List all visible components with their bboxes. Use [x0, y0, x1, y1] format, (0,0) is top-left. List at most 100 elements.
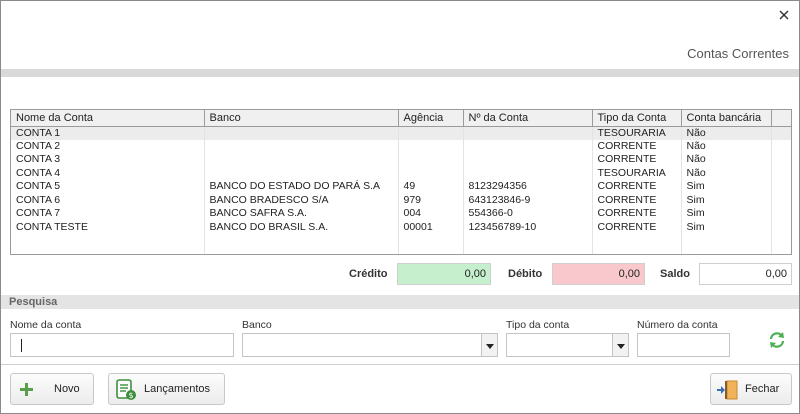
table-cell: Não — [681, 153, 772, 167]
table-cell-filler — [771, 207, 791, 221]
table-cell: CORRENTE — [592, 153, 682, 167]
table-cell: CONTA 5 — [11, 180, 205, 194]
table-cell — [463, 234, 593, 246]
accounts-table: Nome da Conta Banco Agência Nº da Conta … — [11, 110, 791, 254]
table-cell: CONTA TESTE — [11, 220, 205, 234]
table-cell-filler — [771, 180, 791, 194]
credito-value: 0,00 — [397, 263, 491, 285]
table-cell — [204, 153, 399, 167]
banco-label: Banco — [242, 319, 272, 331]
saldo-label: Saldo — [660, 268, 690, 280]
plus-icon — [20, 383, 33, 396]
footer-divider — [1, 364, 799, 365]
table-cell: Sim — [681, 180, 772, 194]
table-cell — [681, 246, 772, 254]
lancamentos-button[interactable]: $ Lançamentos — [108, 373, 225, 405]
table-row[interactable]: CONTA 3 CORRENTE Não — [11, 153, 791, 167]
table-cell — [204, 234, 399, 246]
novo-button[interactable]: Novo — [10, 373, 94, 405]
table-row[interactable]: CONTA 7 BANCO SAFRA S.A. 004 554366-0 CORREN… — [11, 207, 791, 221]
table-row[interactable]: CONTA 6 BANCO BRADESCO S/A 979 643123846-9 C… — [11, 193, 791, 207]
debito-label: Débito — [508, 268, 543, 280]
svg-text:$: $ — [128, 391, 133, 400]
credito-label: Crédito — [349, 268, 388, 280]
table-cell: CORRENTE — [592, 139, 682, 153]
column-header-agencia[interactable]: Agência — [398, 110, 464, 127]
table-cell: Não — [681, 126, 772, 140]
exit-door-icon — [717, 380, 738, 400]
table-cell: 979 — [398, 193, 464, 207]
table-cell: Não — [681, 139, 772, 153]
tipo-conta-select[interactable] — [506, 333, 629, 357]
table-cell-filler — [771, 220, 791, 234]
banco-select[interactable] — [242, 333, 498, 357]
table-cell: CONTA 4 — [11, 166, 205, 180]
table-cell — [592, 246, 682, 254]
table-cell — [398, 234, 464, 246]
chevron-down-icon[interactable] — [612, 334, 628, 356]
table-row[interactable]: CONTA 2 CORRENTE Não — [11, 139, 791, 153]
accounts-grid[interactable]: Nome da Conta Banco Agência Nº da Conta … — [10, 109, 792, 255]
table-cell — [398, 246, 464, 254]
column-header-tipo[interactable]: Tipo da Conta — [592, 110, 682, 127]
page-title: Contas Correntes — [687, 46, 789, 61]
column-header-numero[interactable]: Nº da Conta — [463, 110, 593, 127]
table-cell: 004 — [398, 207, 464, 221]
table-cell: 49 — [398, 180, 464, 194]
table-row[interactable]: CONTA 1 TESOURARIA Não — [11, 126, 791, 140]
table-cell: Não — [681, 166, 772, 180]
column-header-bancaria[interactable]: Conta bancária — [681, 110, 772, 127]
table-cell: CONTA 3 — [11, 153, 205, 167]
table-cell: CORRENTE — [592, 220, 682, 234]
table-cell — [398, 139, 464, 153]
table-header-row: Nome da Conta Banco Agência Nº da Conta … — [11, 110, 791, 127]
close-icon[interactable] — [776, 7, 792, 23]
lancamentos-button-label: Lançamentos — [144, 383, 211, 395]
table-cell: BANCO DO ESTADO DO PARÁ S.A — [204, 180, 399, 194]
table-row[interactable]: CONTA 4 TESOURARIA Não — [11, 166, 791, 180]
tipo-conta-label: Tipo da conta — [506, 319, 570, 331]
column-header-banco[interactable]: Banco — [204, 110, 399, 127]
table-row-empty — [11, 246, 791, 254]
table-cell — [398, 166, 464, 180]
table-cell-filler — [771, 139, 791, 153]
table-cell: CONTA 6 — [11, 193, 205, 207]
table-cell: 123456789-10 — [463, 220, 593, 234]
table-cell-filler — [771, 193, 791, 207]
table-cell-filler — [771, 126, 791, 140]
table-cell: CONTA 2 — [11, 139, 205, 153]
debito-value: 0,00 — [552, 263, 645, 285]
table-cell — [463, 139, 593, 153]
table-cell — [11, 246, 205, 254]
table-row-empty — [11, 234, 791, 246]
chevron-down-icon[interactable] — [481, 334, 497, 356]
table-cell: CONTA 7 — [11, 207, 205, 221]
table-cell — [681, 234, 772, 246]
table-cell — [463, 126, 593, 140]
search-section-header: Pesquisa — [1, 295, 799, 309]
table-row[interactable]: CONTA TESTE BANCO DO BRASIL S.A. 00001 1234… — [11, 220, 791, 234]
column-header-nome[interactable]: Nome da Conta — [11, 110, 205, 127]
table-cell: BANCO SAFRA S.A. — [204, 207, 399, 221]
table-cell — [398, 153, 464, 167]
title-divider — [1, 69, 799, 77]
table-cell — [592, 234, 682, 246]
table-cell: CORRENTE — [592, 180, 682, 194]
table-cell: CORRENTE — [592, 193, 682, 207]
nome-conta-input[interactable] — [10, 333, 234, 357]
window: Contas Correntes Nome da Conta Banco Agê… — [0, 0, 800, 414]
table-cell — [204, 126, 399, 140]
table-row[interactable]: CONTA 5 BANCO DO ESTADO DO PARÁ S.A 49 8123… — [11, 180, 791, 194]
refresh-icon[interactable] — [767, 330, 787, 350]
fechar-button[interactable]: Fechar — [710, 373, 792, 405]
numero-conta-input[interactable] — [637, 333, 730, 357]
column-header-filler — [771, 110, 791, 127]
table-cell: 8123294356 — [463, 180, 593, 194]
table-cell — [11, 234, 205, 246]
table-cell: 00001 — [398, 220, 464, 234]
table-cell: CONTA 1 — [11, 126, 205, 140]
novo-button-label: Novo — [54, 383, 80, 395]
table-cell — [463, 166, 593, 180]
table-cell: CORRENTE — [592, 207, 682, 221]
table-cell: TESOURARIA — [592, 166, 682, 180]
